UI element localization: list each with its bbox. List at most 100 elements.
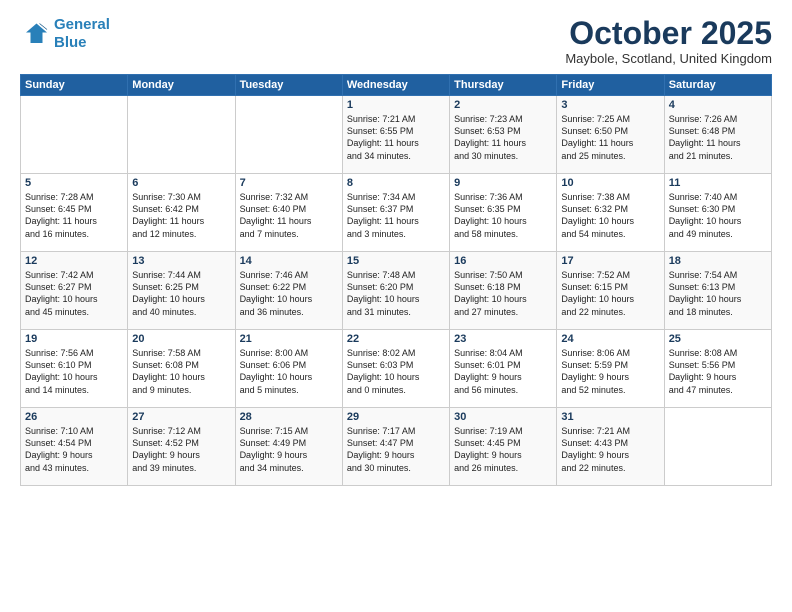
day-cell — [21, 96, 128, 174]
day-cell: 31Sunrise: 7:21 AM Sunset: 4:43 PM Dayli… — [557, 408, 664, 486]
day-cell: 24 Sunrise: 8:06 AM Sunset: 5:59 PM Dayli… — [557, 330, 664, 408]
day-cell: 5Sunrise: 7:28 AM Sunset: 6:45 PM Daylig… — [21, 174, 128, 252]
day-cell: 13Sunrise: 7:44 AM Sunset: 6:25 PM Dayli… — [128, 252, 235, 330]
day-info: Sunrise: 7:12 AM Sunset: 4:52 PM Dayligh… — [132, 425, 230, 474]
logo-line2: Blue — [54, 34, 87, 51]
col-sunday: Sunday — [21, 75, 128, 96]
day-info: Sunrise: 7:21 AM Sunset: 6:55 PM Dayligh… — [347, 113, 445, 162]
day-number: 18 — [669, 255, 767, 267]
title-block: October 2025 Maybole, Scotland, United K… — [565, 16, 772, 66]
header-row: Sunday Monday Tuesday Wednesday Thursday… — [21, 75, 772, 96]
logo-icon — [20, 19, 50, 49]
day-cell: 12Sunrise: 7:42 AM Sunset: 6:27 PM Dayli… — [21, 252, 128, 330]
day-info: Sunrise: 7:48 AM Sunset: 6:20 PM Dayligh… — [347, 269, 445, 318]
day-cell: 17Sunrise: 7:52 AM Sunset: 6:15 PM Dayli… — [557, 252, 664, 330]
day-number: 25 — [669, 333, 767, 345]
col-wednesday: Wednesday — [342, 75, 449, 96]
logo-line1: General — [54, 16, 110, 33]
day-info: Sunrise: 7:17 AM Sunset: 4:47 PM Dayligh… — [347, 425, 445, 474]
day-info: Sunrise: 8:04 AM Sunset: 6:01 PM Dayligh… — [454, 347, 552, 396]
day-cell: 8Sunrise: 7:34 AM Sunset: 6:37 PM Daylig… — [342, 174, 449, 252]
day-info: Sunrise: 7:46 AM Sunset: 6:22 PM Dayligh… — [240, 269, 338, 318]
week-row-4: 26Sunrise: 7:10 AM Sunset: 4:54 PM Dayli… — [21, 408, 772, 486]
day-number: 19 — [25, 333, 123, 345]
day-cell: 28 Sunrise: 7:15 AM Sunset: 4:49 PM Dayli… — [235, 408, 342, 486]
col-monday: Monday — [128, 75, 235, 96]
day-number: 29 — [347, 411, 445, 423]
day-cell: 4 Sunrise: 7:26 AM Sunset: 6:48 PM Daylig… — [664, 96, 771, 174]
day-cell: 21Sunrise: 8:00 AM Sunset: 6:06 PM Dayli… — [235, 330, 342, 408]
day-info: Sunrise: 7:10 AM Sunset: 4:54 PM Dayligh… — [25, 425, 123, 474]
week-row-0: 1 Sunrise: 7:21 AM Sunset: 6:55 PM Daylig… — [21, 96, 772, 174]
day-cell: 7Sunrise: 7:32 AM Sunset: 6:40 PM Daylig… — [235, 174, 342, 252]
day-info: Sunrise: 7:36 AM Sunset: 6:35 PM Dayligh… — [454, 191, 552, 240]
day-cell: 30Sunrise: 7:19 AM Sunset: 4:45 PM Dayli… — [450, 408, 557, 486]
day-info: Sunrise: 7:38 AM Sunset: 6:32 PM Dayligh… — [561, 191, 659, 240]
day-info: Sunrise: 8:00 AM Sunset: 6:06 PM Dayligh… — [240, 347, 338, 396]
day-cell — [235, 96, 342, 174]
day-info: Sunrise: 7:26 AM Sunset: 6:48 PM Dayligh… — [669, 113, 767, 162]
day-number: 14 — [240, 255, 338, 267]
day-number: 16 — [454, 255, 552, 267]
day-number: 2 — [454, 99, 552, 111]
day-number: 24 — [561, 333, 659, 345]
day-info: Sunrise: 7:21 AM Sunset: 4:43 PM Dayligh… — [561, 425, 659, 474]
day-cell: 25 Sunrise: 8:08 AM Sunset: 5:56 PM Dayli… — [664, 330, 771, 408]
day-number: 28 — [240, 411, 338, 423]
day-info: Sunrise: 7:56 AM Sunset: 6:10 PM Dayligh… — [25, 347, 123, 396]
day-number: 3 — [561, 99, 659, 111]
day-cell: 18Sunrise: 7:54 AM Sunset: 6:13 PM Dayli… — [664, 252, 771, 330]
day-info: Sunrise: 7:52 AM Sunset: 6:15 PM Dayligh… — [561, 269, 659, 318]
col-saturday: Saturday — [664, 75, 771, 96]
day-number: 11 — [669, 177, 767, 189]
header: General Blue October 2025 Maybole, Scotl… — [20, 16, 772, 66]
day-number: 1 — [347, 99, 445, 111]
day-cell: 16 Sunrise: 7:50 AM Sunset: 6:18 PM Dayli… — [450, 252, 557, 330]
calendar-table: Sunday Monday Tuesday Wednesday Thursday… — [20, 74, 772, 486]
day-info: Sunrise: 7:58 AM Sunset: 6:08 PM Dayligh… — [132, 347, 230, 396]
col-friday: Friday — [557, 75, 664, 96]
day-cell: 11Sunrise: 7:40 AM Sunset: 6:30 PM Dayli… — [664, 174, 771, 252]
day-info: Sunrise: 7:44 AM Sunset: 6:25 PM Dayligh… — [132, 269, 230, 318]
day-info: Sunrise: 7:15 AM Sunset: 4:49 PM Dayligh… — [240, 425, 338, 474]
day-number: 27 — [132, 411, 230, 423]
day-info: Sunrise: 7:25 AM Sunset: 6:50 PM Dayligh… — [561, 113, 659, 162]
day-cell: 9 Sunrise: 7:36 AM Sunset: 6:35 PM Daylig… — [450, 174, 557, 252]
day-info: Sunrise: 7:32 AM Sunset: 6:40 PM Dayligh… — [240, 191, 338, 240]
col-thursday: Thursday — [450, 75, 557, 96]
day-info: Sunrise: 8:02 AM Sunset: 6:03 PM Dayligh… — [347, 347, 445, 396]
day-cell: 27 Sunrise: 7:12 AM Sunset: 4:52 PM Dayli… — [128, 408, 235, 486]
week-row-2: 12Sunrise: 7:42 AM Sunset: 6:27 PM Dayli… — [21, 252, 772, 330]
day-cell: 6 Sunrise: 7:30 AM Sunset: 6:42 PM Daylig… — [128, 174, 235, 252]
day-number: 4 — [669, 99, 767, 111]
week-row-1: 5Sunrise: 7:28 AM Sunset: 6:45 PM Daylig… — [21, 174, 772, 252]
day-cell: 19 Sunrise: 7:56 AM Sunset: 6:10 PM Dayli… — [21, 330, 128, 408]
day-number: 15 — [347, 255, 445, 267]
logo: General Blue — [20, 16, 110, 52]
month-title: October 2025 — [565, 16, 772, 51]
location: Maybole, Scotland, United Kingdom — [565, 51, 772, 66]
day-info: Sunrise: 7:28 AM Sunset: 6:45 PM Dayligh… — [25, 191, 123, 240]
day-number: 12 — [25, 255, 123, 267]
day-cell: 3 Sunrise: 7:25 AM Sunset: 6:50 PM Daylig… — [557, 96, 664, 174]
day-cell: 20Sunrise: 7:58 AM Sunset: 6:08 PM Dayli… — [128, 330, 235, 408]
day-cell: 29 Sunrise: 7:17 AM Sunset: 4:47 PM Dayli… — [342, 408, 449, 486]
page: General Blue October 2025 Maybole, Scotl… — [0, 0, 792, 612]
day-number: 30 — [454, 411, 552, 423]
day-info: Sunrise: 7:34 AM Sunset: 6:37 PM Dayligh… — [347, 191, 445, 240]
day-number: 6 — [132, 177, 230, 189]
week-row-3: 19 Sunrise: 7:56 AM Sunset: 6:10 PM Dayli… — [21, 330, 772, 408]
logo-text: General Blue — [54, 16, 110, 52]
day-info: Sunrise: 7:30 AM Sunset: 6:42 PM Dayligh… — [132, 191, 230, 240]
day-number: 23 — [454, 333, 552, 345]
day-info: Sunrise: 7:23 AM Sunset: 6:53 PM Dayligh… — [454, 113, 552, 162]
day-info: Sunrise: 8:08 AM Sunset: 5:56 PM Dayligh… — [669, 347, 767, 396]
day-cell: 1 Sunrise: 7:21 AM Sunset: 6:55 PM Daylig… — [342, 96, 449, 174]
day-cell: 2 Sunrise: 7:23 AM Sunset: 6:53 PM Daylig… — [450, 96, 557, 174]
day-cell: 15 Sunrise: 7:48 AM Sunset: 6:20 PM Dayli… — [342, 252, 449, 330]
day-cell — [128, 96, 235, 174]
day-number: 22 — [347, 333, 445, 345]
day-info: Sunrise: 7:50 AM Sunset: 6:18 PM Dayligh… — [454, 269, 552, 318]
day-number: 9 — [454, 177, 552, 189]
day-info: Sunrise: 8:06 AM Sunset: 5:59 PM Dayligh… — [561, 347, 659, 396]
